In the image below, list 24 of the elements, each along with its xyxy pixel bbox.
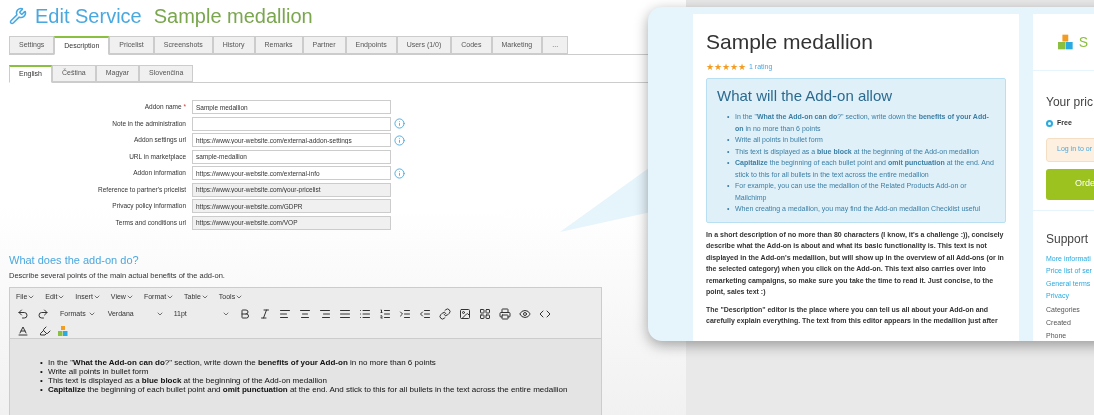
star-icon: ★: [706, 62, 714, 72]
editor-bullet: This text is displayed as a blue block at the beginning of the Add-on medallion: [48, 376, 327, 386]
editor-bullet: Write all points in bullet form: [48, 367, 149, 377]
benefits-title: What will the Add-on allow: [717, 85, 893, 106]
preview-title: Sample medallion: [706, 31, 873, 52]
text-field[interactable]: [192, 116, 391, 131]
section-title: What does the add-on do?: [9, 252, 139, 268]
editor-bullet: In the "What the Add-on can do?" section, write down the benefits of your Add-on in no more than 6 points: [48, 358, 436, 368]
price-title: Your pric: [1046, 94, 1094, 111]
star-icon: ★: [730, 62, 738, 72]
bullet-marker: •: [40, 376, 44, 386]
wrench-icon: [9, 7, 27, 25]
bullet-marker: •: [40, 385, 44, 395]
logo-text: S: [1078, 32, 1088, 52]
radio-button[interactable]: [1046, 119, 1053, 127]
star-icon: ★: [738, 62, 746, 72]
star-icon: ★: [722, 62, 730, 72]
editor-bullet: Capitalize the beginning of each bullet point and omit punctuation at the end. And stick to this for all bullets in the text across the entire medallion: [48, 385, 568, 395]
bullet-marker: •: [40, 367, 44, 377]
support-title: Support: [1046, 230, 1090, 248]
bullet-marker: •: [40, 358, 44, 368]
page-subtitle: Sample medallion: [153, 4, 313, 29]
star-icon: ★: [714, 62, 722, 72]
page-title: Edit Service: [35, 4, 142, 29]
